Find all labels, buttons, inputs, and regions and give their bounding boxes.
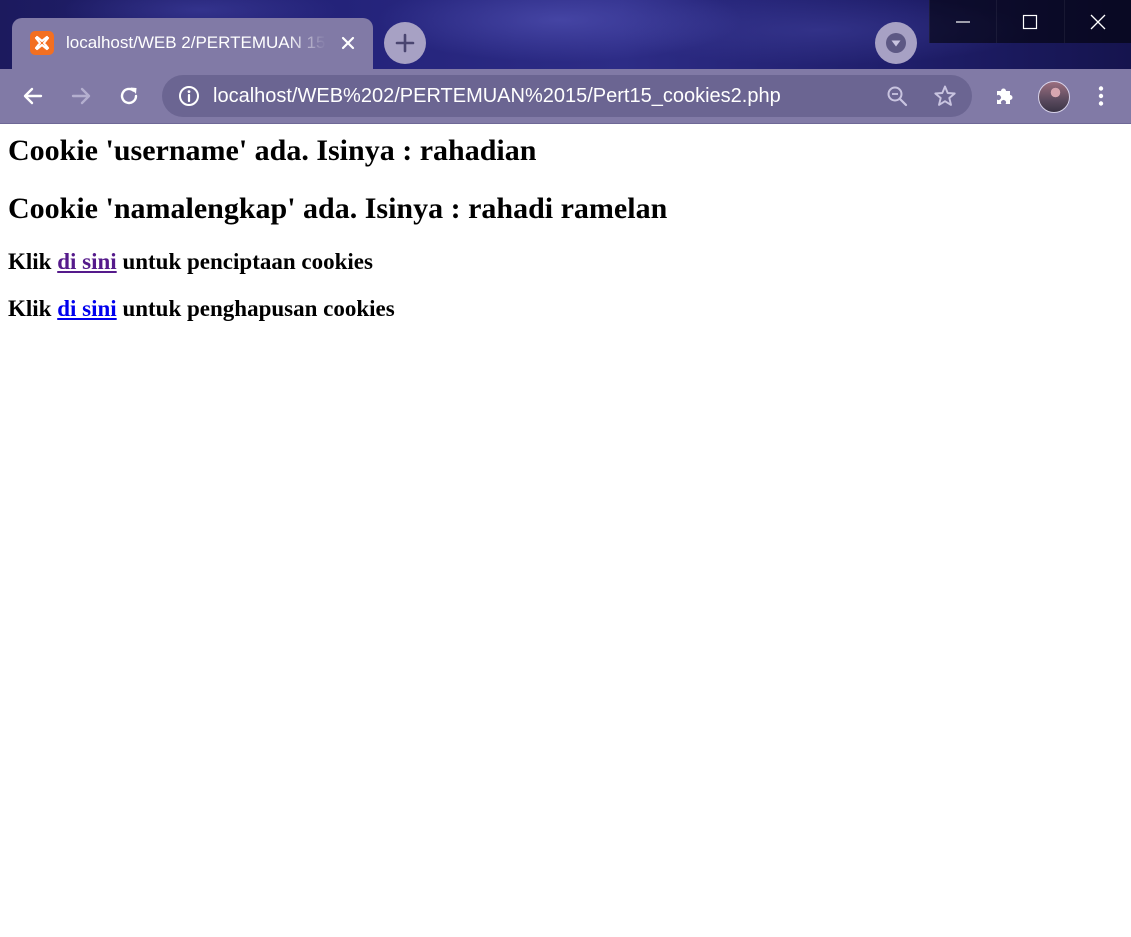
browser-chrome: localhost/WEB 2/PERTEMUAN 15 Pert15_cook…: [0, 0, 1131, 124]
navigation-toolbar: localhost/WEB%202/PERTEMUAN%2015/Pert15_…: [0, 69, 1131, 124]
plus-icon: [395, 33, 415, 53]
minimize-button[interactable]: [929, 0, 996, 43]
reload-button[interactable]: [111, 78, 147, 114]
zoom-icon[interactable]: [882, 81, 912, 111]
maximize-icon: [1023, 14, 1038, 29]
new-tab-button[interactable]: [384, 22, 426, 64]
title-bar: localhost/WEB 2/PERTEMUAN 15 Pert15_cook…: [0, 0, 1131, 69]
puzzle-icon: [997, 88, 1013, 104]
close-window-button[interactable]: [1063, 0, 1131, 43]
delete-cookies-line: Klik di sini untuk penghapusan cookies: [8, 296, 395, 322]
reload-icon: [120, 87, 138, 105]
create-cookies-line: Klik di sini untuk penciptaan cookies: [8, 249, 373, 275]
arrow-right-icon: [71, 87, 91, 105]
tab-search-button[interactable]: [875, 22, 917, 64]
back-button[interactable]: [15, 78, 51, 114]
tab-title: localhost/WEB 2/PERTEMUAN 15 Pert15_cook…: [66, 33, 326, 52]
info-icon[interactable]: [174, 81, 204, 111]
cookie-username-heading: Cookie 'username' ada. Isinya : rahadian: [8, 134, 537, 167]
address-bar[interactable]: localhost/WEB%202/PERTEMUAN%2015/Pert15_…: [162, 75, 972, 117]
url-text: localhost/WEB%202/PERTEMUAN%2015/Pert15_…: [213, 85, 781, 107]
more-vertical-icon: [1098, 86, 1104, 106]
delete-cookies-text: untuk penghapusan cookies: [122, 296, 395, 321]
cookie-namalengkap-heading: Cookie 'namalengkap' ada. Isinya : rahad…: [8, 192, 668, 225]
active-tab[interactable]: localhost/WEB 2/PERTEMUAN 15 Pert15_cook…: [12, 18, 373, 69]
menu-button[interactable]: [1083, 78, 1119, 114]
create-cookies-link[interactable]: di sini: [57, 249, 116, 274]
arrow-left-icon: [23, 87, 43, 105]
close-icon: [1090, 14, 1106, 29]
close-tab-icon[interactable]: [337, 32, 359, 54]
klik-label: Klik: [8, 249, 52, 274]
star-icon[interactable]: [930, 81, 960, 111]
klik-label: Klik: [8, 296, 52, 321]
xampp-icon: [30, 31, 54, 55]
window-controls: [929, 0, 1131, 43]
delete-cookies-link[interactable]: di sini: [57, 296, 116, 321]
extensions-button[interactable]: [987, 78, 1023, 114]
create-cookies-text: untuk penciptaan cookies: [122, 249, 373, 274]
avatar[interactable]: [1038, 81, 1070, 113]
forward-button[interactable]: [63, 78, 99, 114]
chevron-down-circle-icon: [886, 33, 906, 53]
maximize-button[interactable]: [996, 0, 1063, 43]
minimize-icon: [956, 20, 971, 23]
